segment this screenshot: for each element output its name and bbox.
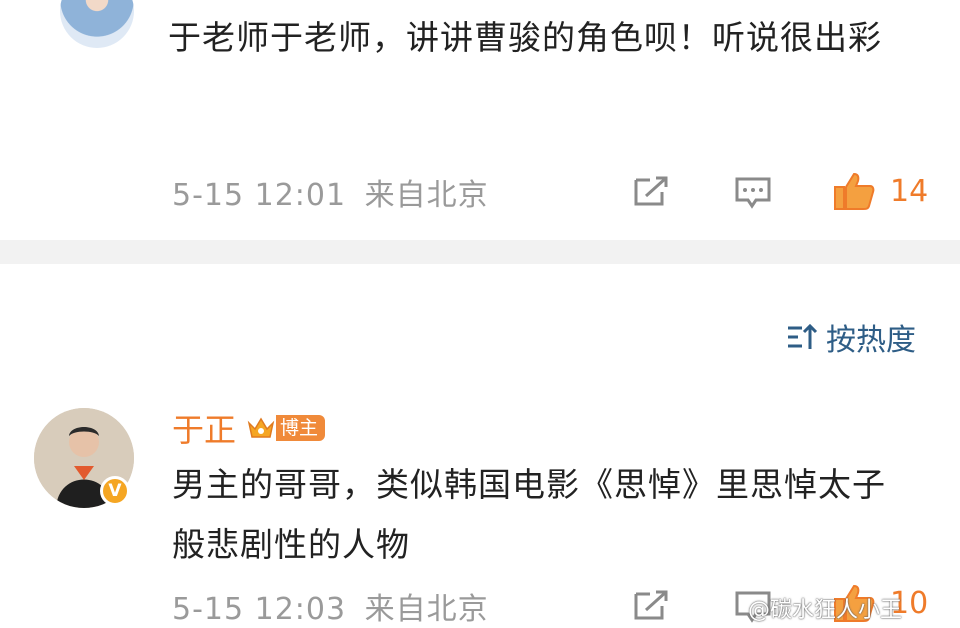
sort-label: 按热度 <box>826 323 916 358</box>
watermark: @碳水狂人小王 <box>748 598 903 623</box>
share-button[interactable] <box>632 588 670 622</box>
verified-icon: V <box>100 476 130 506</box>
like-button[interactable]: 14 <box>832 170 928 212</box>
comment-text: 男主的哥哥，类似韩国电影《思悼》里思悼太子般悲剧性的人物 <box>172 465 886 564</box>
like-count: 14 <box>890 173 929 209</box>
author-row: 于正 博主 <box>172 405 326 451</box>
author-badge: 博主 <box>246 413 326 443</box>
comment-date: 5-15 12:03 <box>172 592 347 627</box>
sort-icon <box>788 323 818 349</box>
share-icon <box>634 590 668 620</box>
comment-location: 来自北京 <box>364 592 489 627</box>
sort-toggle[interactable]: 按热度 <box>786 315 916 359</box>
comment-location: 来自北京 <box>364 178 489 213</box>
comment-meta: 5-15 12:01 来自北京 <box>172 170 489 214</box>
author-name[interactable]: 于正 <box>172 405 236 451</box>
comment-text: 于老师于老师，讲讲曹骏的角色呗！听说很出彩 <box>168 18 882 57</box>
comment-button[interactable] <box>734 176 772 210</box>
section-divider <box>0 240 960 264</box>
badge-label: 博主 <box>276 415 326 441</box>
crown-icon <box>247 417 275 438</box>
share-icon <box>634 176 668 206</box>
comment-avatar[interactable] <box>60 0 134 48</box>
like-icon <box>834 172 875 210</box>
comment-meta: 5-15 12:03 来自北京 <box>172 584 489 628</box>
comment-icon <box>735 177 771 209</box>
comment-date: 5-15 12:01 <box>172 178 347 213</box>
share-button[interactable] <box>632 174 670 208</box>
